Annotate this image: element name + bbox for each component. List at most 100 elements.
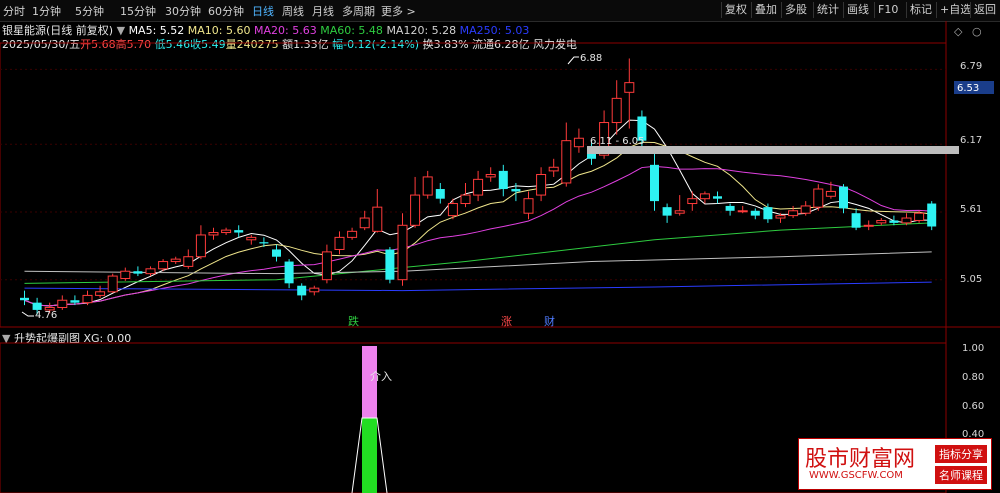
watermark-url: WWW.GSCFW.COM [809,470,903,481]
candle-body [447,203,458,217]
event-marker-rise[interactable]: 涨 [501,315,512,328]
candle-body [246,236,257,241]
candle-body [713,196,722,199]
candle-body [158,261,169,270]
watermark-tag-course: 名师课程 [935,466,987,484]
candle-body [650,164,659,202]
candle-body [460,194,471,205]
candle-body [221,229,232,234]
high-pointer [567,56,579,65]
candle-body [259,242,269,244]
candle-body [674,210,685,214]
candle-body [851,213,861,228]
indicator-tick: 0.80 [962,372,984,383]
range-highlight-bar [587,146,959,154]
candle-body [82,294,93,304]
candle-body [422,176,433,196]
candle-body [687,198,698,205]
candle-body [825,190,836,197]
candle-body [901,217,912,224]
candle-body [863,224,874,227]
candle-body [523,198,534,214]
candle-body [763,207,773,220]
signal-bar-bottom [362,418,377,493]
candle-body [397,224,408,281]
event-marker-finance[interactable]: 财 [544,314,555,328]
high-annotation: 6.88 [580,53,602,64]
panel-expand-icon[interactable]: ◇ [954,25,963,38]
candle-body [699,193,710,200]
candle-body [359,217,370,229]
price-tick: 6.17 [960,135,982,146]
candle-body [813,188,824,208]
low-pointer [21,311,34,317]
candle-body [435,189,445,199]
candle-body [334,236,345,250]
candle-body [385,249,395,280]
candles [20,58,937,315]
candle-body [145,268,156,275]
candle-body [498,170,508,190]
candle-body [95,291,106,296]
signal-label: 介入 [370,370,392,383]
candle-body [107,275,118,293]
candle-body [624,82,635,93]
low-annotation: 4.76 [35,310,57,321]
candle-body [183,256,194,267]
watermark-logo: 股市财富网 WWW.GSCFW.COM 指标分享 名师课程 [798,438,992,490]
price-tick: 5.05 [960,274,982,285]
range-label: 6.11 - 6.05 [590,136,645,147]
candle-body [372,206,383,232]
price-tick: 6.79 [960,61,982,72]
candle-body [284,261,294,284]
candle-body [170,258,181,263]
indicator-tick: 1.00 [962,343,984,354]
indicator-axis: 1.00 0.80 0.60 0.40 [962,343,984,440]
candle-body [788,210,799,217]
kline-chart[interactable]: 6.11 - 6.05 6.88 4.76 跌 涨 财 6.79 6.17 5.… [0,0,1000,493]
price-gridlines [0,68,946,281]
candle-body [775,215,786,219]
price-tick: 5.61 [960,204,982,215]
candle-body [800,205,811,214]
candle-body [133,271,143,274]
indicator-tick: 0.60 [962,401,984,412]
candle-body [611,97,622,124]
candle-body [32,302,42,310]
candle-body [485,174,496,178]
watermark-name: 股市财富网 [805,447,916,472]
candle-body [561,140,572,184]
candle-body [347,230,358,238]
watermark-tag-share: 指标分享 [935,445,987,463]
candle-body [309,287,320,293]
candle-body [195,234,206,258]
candle-body [511,189,521,192]
signal-bar: 介入 [351,346,392,493]
candle-body [839,186,848,209]
candle-body [272,249,281,257]
candle-body [120,270,131,279]
candle-body [410,194,421,226]
price-axis: 6.79 6.17 5.61 5.05 6.53 ◇ ○ [954,25,994,285]
candle-body [725,205,735,211]
candle-body [889,220,899,223]
candle-body [321,251,332,281]
candle-body [208,232,219,236]
candle-body [927,203,937,227]
candle-body [737,210,748,213]
candle-body [536,174,547,196]
candle-body [548,166,559,172]
candle-body [234,230,244,233]
candle-body [750,210,760,216]
candle-body [914,212,925,221]
candle-body [297,285,307,296]
candle-body [20,297,29,301]
candle-body [57,299,68,308]
candle-body [876,219,887,224]
event-marker-fall[interactable]: 跌 [348,314,359,328]
candle-body [662,207,672,216]
candle-body [70,300,80,303]
candle-body [473,178,484,196]
candle-body [573,137,584,148]
panel-close-icon[interactable]: ○ [972,25,982,38]
